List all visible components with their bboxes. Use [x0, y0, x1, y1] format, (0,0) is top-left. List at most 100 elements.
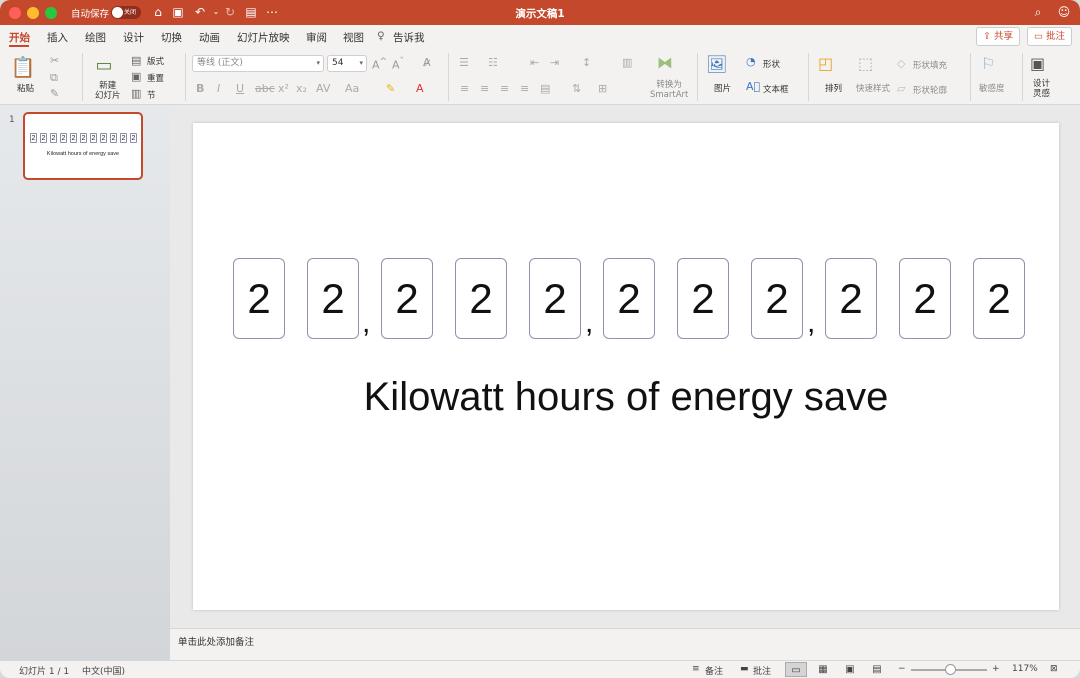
slide-thumbnail[interactable]: 2 2 2 2 2 2 2 2 2 2 2 Kilowatt hours of … [23, 112, 143, 180]
align-right-icon[interactable]: ≡ [500, 82, 509, 95]
digit-box[interactable]: 2 [677, 258, 729, 339]
smartart-icon[interactable]: ⧓ [654, 53, 676, 72]
digit-box[interactable]: 2 [603, 258, 655, 339]
slide-caption[interactable]: Kilowatt hours of energy save [193, 375, 1059, 420]
digit-box[interactable]: 2 [307, 258, 359, 339]
notes-toggle[interactable]: 备注 [705, 664, 723, 677]
fit-to-window-icon[interactable]: ⊠ [1050, 664, 1058, 674]
superscript-icon[interactable]: x² [278, 82, 289, 95]
digit-box[interactable]: 2 [381, 258, 433, 339]
decrease-font-icon[interactable]: Aˇ [392, 56, 404, 72]
char-spacing-icon[interactable]: AV [316, 82, 330, 95]
zoom-level[interactable]: 117% [1012, 664, 1038, 674]
tab-insert[interactable]: 插入 [47, 30, 68, 45]
reading-view-icon[interactable]: ▣ [839, 662, 861, 677]
shape-button[interactable]: 形状 [763, 58, 780, 70]
increase-font-icon[interactable]: A^ [372, 56, 387, 72]
zoom-in-icon[interactable]: + [992, 664, 1000, 674]
layout-button[interactable]: 版式 [147, 55, 164, 67]
thumb-digit: 2 [100, 133, 107, 143]
tab-home[interactable]: 开始 [9, 30, 30, 45]
tab-view[interactable]: 视图 [343, 30, 364, 45]
comments-button[interactable]: ▭ 批注 [1027, 27, 1072, 46]
comments-toggle[interactable]: 批注 [753, 664, 771, 677]
clipboard-icon[interactable]: 📋 [10, 55, 36, 79]
convert-smartart-label[interactable]: 转换为 SmartArt [650, 80, 688, 100]
normal-view-icon[interactable]: ▭ [785, 662, 807, 677]
italic-icon[interactable]: I [217, 82, 220, 95]
tab-animations[interactable]: 动画 [199, 30, 220, 45]
cut-icon[interactable]: ✂ [50, 54, 59, 67]
sensitivity-label[interactable]: 敏感度 [979, 82, 1005, 94]
shape-fill-button[interactable]: 形状填充 [913, 59, 947, 71]
digit-box[interactable]: 2 [751, 258, 803, 339]
copy-icon[interactable]: ⧉ [50, 71, 58, 85]
columns-icon[interactable]: ▥ [622, 56, 632, 69]
smile-icon[interactable]: ☺ [1056, 4, 1072, 20]
digit-box[interactable]: 2 [899, 258, 951, 339]
subscript-icon[interactable]: x₂ [296, 82, 307, 95]
bold-icon[interactable]: B [196, 82, 204, 95]
section-button[interactable]: 节 [147, 89, 156, 101]
justify-icon[interactable]: ≡ [520, 82, 529, 95]
ribbon-divider [1022, 53, 1023, 101]
bullets-icon[interactable]: ☰ [459, 56, 469, 69]
share-icon: ⇪ [983, 31, 994, 42]
strikethrough-icon[interactable]: abc [255, 82, 275, 95]
new-slide-icon[interactable]: ▭ [92, 55, 116, 77]
paste-label[interactable]: 粘贴 [17, 82, 34, 94]
highlight-icon[interactable]: ✎ [386, 82, 395, 95]
textbox-button[interactable]: 文本框 [763, 83, 789, 95]
distributed-icon[interactable]: ▤ [540, 82, 550, 95]
picture-icon[interactable]: 🖼 [706, 55, 728, 75]
align-text-icon[interactable]: ⊞ [598, 82, 607, 95]
align-left-icon[interactable]: ≡ [460, 82, 469, 95]
quick-styles-icon[interactable]: ⬚ [858, 54, 873, 73]
section-icon: ▥ [131, 87, 142, 100]
digit-box[interactable]: 2 [529, 258, 581, 339]
font-name-select[interactable]: 等线 (正文) ▾ [192, 55, 324, 72]
text-direction-icon[interactable]: ⇅ [572, 82, 581, 95]
share-button[interactable]: ⇪ 共享 [976, 27, 1020, 46]
font-color-icon[interactable]: A [416, 82, 424, 95]
arrange-label[interactable]: 排列 [825, 82, 842, 94]
digit-box[interactable]: 2 [825, 258, 877, 339]
reset-button[interactable]: 重置 [147, 72, 164, 84]
font-size-select[interactable]: 54 ▾ [327, 55, 367, 72]
digit-box[interactable]: 2 [973, 258, 1025, 339]
zoom-out-icon[interactable]: − [898, 664, 906, 674]
quick-styles-label[interactable]: 快速样式 [856, 82, 890, 94]
change-case-icon[interactable]: Aa [345, 82, 359, 95]
design-ideas-label[interactable]: 设计 灵感 [1033, 79, 1050, 99]
picture-label[interactable]: 图片 [714, 82, 731, 94]
decrease-indent-icon[interactable]: ⇤ [530, 56, 539, 69]
digit-box[interactable]: 2 [233, 258, 285, 339]
new-slide-label[interactable]: 新建 幻灯片 [95, 81, 121, 101]
underline-icon[interactable]: U [236, 82, 244, 95]
tab-draw[interactable]: 绘图 [85, 30, 106, 45]
align-center-icon[interactable]: ≡ [480, 82, 489, 95]
slide[interactable]: 2 2 , 2 2 2 , 2 2 2 , 2 2 2 Kilowatt hou… [193, 123, 1059, 610]
tab-design[interactable]: 设计 [123, 30, 144, 45]
format-painter-icon[interactable]: ✎ [50, 87, 59, 100]
arrange-icon[interactable]: ◰ [818, 54, 833, 73]
sensitivity-icon[interactable]: ⚐ [981, 54, 995, 73]
font-size-value: 54 [332, 58, 344, 68]
digit-box[interactable]: 2 [455, 258, 507, 339]
notes-pane[interactable]: 单击此处添加备注 [170, 628, 1080, 660]
tab-review[interactable]: 审阅 [306, 30, 327, 45]
slide-sorter-icon[interactable]: ▦ [812, 662, 834, 677]
clear-format-icon[interactable]: A̷ [423, 56, 431, 69]
line-spacing-icon[interactable]: ↕ [582, 56, 591, 69]
language-status[interactable]: 中文(中国) [82, 664, 125, 677]
zoom-slider-handle[interactable] [945, 664, 956, 675]
shape-outline-button[interactable]: 形状轮廓 [913, 84, 947, 96]
increase-indent-icon[interactable]: ⇥ [550, 56, 559, 69]
numbering-icon[interactable]: ☷ [488, 56, 498, 69]
slideshow-view-icon[interactable]: ▤ [866, 662, 888, 677]
search-icon[interactable]: ⌕ [1030, 4, 1046, 20]
tab-transitions[interactable]: 切换 [161, 30, 182, 45]
design-ideas-icon[interactable]: ▣ [1030, 54, 1045, 73]
tab-slideshow[interactable]: 幻灯片放映 [237, 30, 290, 45]
tab-tell-me[interactable]: 告诉我 [393, 30, 425, 45]
